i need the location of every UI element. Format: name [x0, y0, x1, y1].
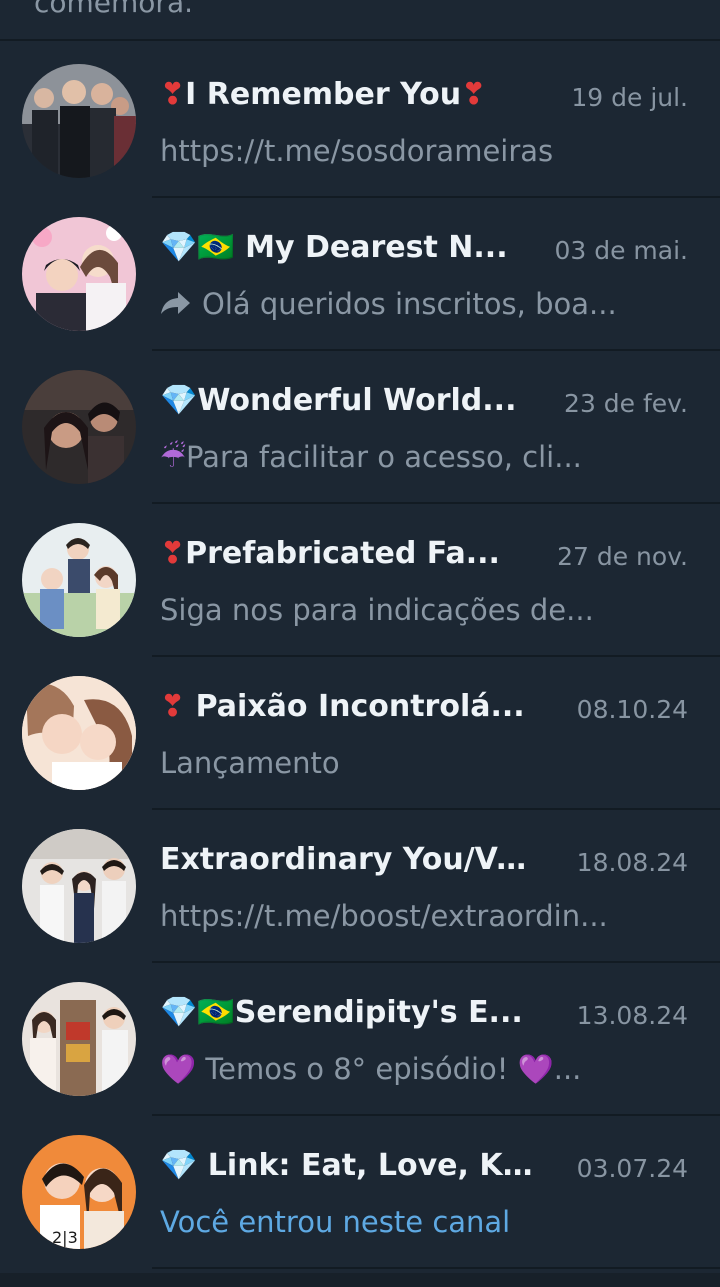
- drama-poster-kiss-avatar[interactable]: [22, 676, 136, 790]
- chat-row[interactable]: ❣Prefabricated Fa... 27 de nov. Siga nos…: [0, 504, 720, 657]
- chat-preview-joined-notice: Você entrou neste canal: [160, 1205, 511, 1239]
- chat-date: 08.10.24: [576, 695, 688, 724]
- chat-row[interactable]: 💎🇧🇷Serendipity's E... 13.08.24 💜 Temos o…: [0, 963, 720, 1116]
- drama-poster-dark-avatar[interactable]: [22, 370, 136, 484]
- gem-flag-icons: 💎🇧🇷: [160, 995, 235, 1030]
- divider: [0, 39, 720, 41]
- chat-preview: https://t.me/boost/extraordin...: [160, 899, 608, 933]
- heart-exclamation-icon: ❣: [160, 536, 186, 571]
- chat-preview-text: Olá queridos inscritos, boa...: [202, 287, 617, 321]
- gem-icon: 💎: [160, 1148, 198, 1183]
- chat-date: 03.07.24: [576, 1154, 688, 1183]
- chat-row[interactable]: Extraordinary You/Vo... 18.08.24 https:/…: [0, 810, 720, 963]
- gem-icon: 💎: [160, 383, 198, 418]
- chat-list-screen: comemora. ❣I Remember You❣ 19 de jul. ht…: [0, 0, 720, 1287]
- heart-exclamation-icon: ❣: [461, 77, 487, 112]
- drama-poster-school-avatar[interactable]: [22, 829, 136, 943]
- chat-preview-text: Para facilitar o acesso, cli...: [186, 440, 582, 474]
- chat-title: 💎🇧🇷 My Dearest N...: [160, 228, 540, 268]
- chat-date: 27 de nov.: [557, 542, 688, 571]
- chat-date: 18.08.24: [576, 848, 688, 877]
- chat-title-text: I Remember You: [185, 77, 462, 112]
- drama-poster-orange-avatar[interactable]: 2|3: [22, 1135, 136, 1249]
- chat-date: 23 de fev.: [564, 389, 688, 418]
- drama-poster-couple-pink-avatar[interactable]: [22, 217, 136, 331]
- chat-title-text: Link: Eat, Love, Kil...: [197, 1148, 540, 1183]
- chat-row[interactable]: 💎🇧🇷 My Dearest N... 03 de mai. Olá queri…: [0, 198, 720, 351]
- drama-poster-family-avatar[interactable]: [22, 523, 136, 637]
- chat-date: 19 de jul.: [571, 83, 688, 112]
- chat-preview: 💜 Temos o 8° episódio! 💜...: [160, 1049, 672, 1089]
- chat-row[interactable]: 2|3 💎 Link: Eat, Love, Kil... 03.07.24 V…: [0, 1116, 720, 1269]
- chat-title: ❣I Remember You❣: [160, 75, 540, 115]
- chat-title: ❣Prefabricated Fa...: [160, 534, 540, 574]
- heart-exclamation-icon: ❣: [160, 77, 186, 112]
- chat-preview: Olá queridos inscritos, boa...: [160, 284, 672, 326]
- divider: [152, 1267, 720, 1269]
- chat-list: ❣I Remember You❣ 19 de jul. https://t.me…: [0, 45, 720, 1269]
- chat-row[interactable]: ❣I Remember You❣ 19 de jul. https://t.me…: [0, 45, 720, 198]
- umbrella-rain-icon: ☔: [160, 440, 186, 474]
- chat-preview: ☔Para facilitar o acesso, cli...: [160, 437, 672, 477]
- chat-title-text: Paixão Incontrolá...: [185, 689, 525, 724]
- chat-preview: Siga nos para indicações de...: [160, 593, 594, 627]
- chat-title: Extraordinary You/Vo...: [160, 840, 540, 880]
- chat-title-text: Wonderful World...: [197, 383, 517, 418]
- heart-exclamation-icon: ❣: [160, 689, 186, 724]
- drama-poster-kitchen-avatar[interactable]: [22, 982, 136, 1096]
- chat-title: 💎Wonderful World...: [160, 381, 540, 421]
- chat-preview: https://t.me/sosdorameiras: [160, 134, 554, 168]
- previous-chat-preview-partial[interactable]: comemora.: [0, 0, 720, 40]
- chat-date: 13.08.24: [576, 1001, 688, 1030]
- chat-title-text: Serendipity's E...: [234, 995, 523, 1030]
- drama-poster-group-avatar[interactable]: [22, 64, 136, 178]
- purple-heart-icon: 💜: [160, 1052, 197, 1086]
- chat-title: 💎🇧🇷Serendipity's E...: [160, 993, 540, 1033]
- chat-row[interactable]: 💎Wonderful World... 23 de fev. ☔Para fac…: [0, 351, 720, 504]
- chat-title-text: Prefabricated Fa...: [185, 536, 500, 571]
- chat-date: 03 de mai.: [554, 236, 688, 265]
- chat-title-text: Extraordinary You/Vo...: [160, 842, 540, 877]
- chat-row[interactable]: ❣ Paixão Incontrolá... 08.10.24 Lançamen…: [0, 657, 720, 810]
- previous-chat-preview-text: comemora.: [34, 0, 194, 19]
- chat-title-text: My Dearest N...: [234, 230, 508, 265]
- chat-title: ❣ Paixão Incontrolá...: [160, 687, 540, 727]
- gem-flag-icons: 💎🇧🇷: [160, 230, 235, 265]
- chat-preview: Lançamento: [160, 746, 340, 780]
- chat-preview-text: Temos o 8° episódio! 💜...: [196, 1052, 582, 1086]
- bottom-edge: [0, 1273, 720, 1287]
- forward-arrow-icon: [160, 286, 192, 326]
- chat-title: 💎 Link: Eat, Love, Kil...: [160, 1146, 540, 1186]
- svg-text:2|3: 2|3: [52, 1228, 78, 1247]
